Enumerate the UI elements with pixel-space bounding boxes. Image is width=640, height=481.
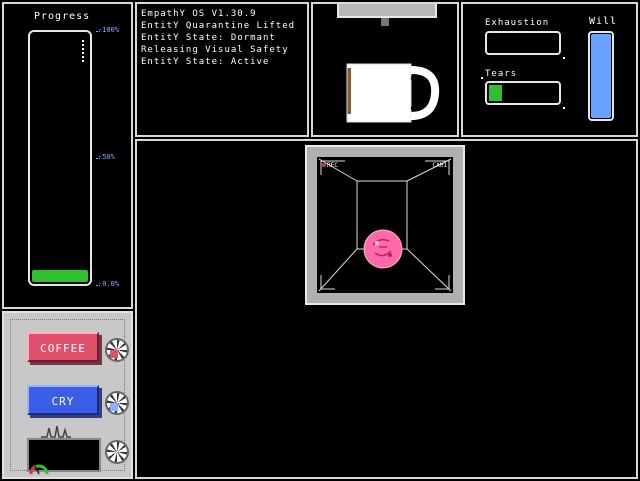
log-line: EntitY Quarantine Lifted bbox=[141, 21, 296, 31]
progress-panel: Progress -100% -50% -0.0% bbox=[2, 2, 133, 309]
will-bar bbox=[588, 31, 614, 121]
controls-panel: COFFEE CRY bbox=[2, 311, 133, 479]
record-indicator-icon bbox=[322, 163, 326, 167]
will-label: Will bbox=[589, 16, 618, 27]
tick-100-label: -100% bbox=[98, 26, 120, 34]
tears-bar bbox=[481, 77, 565, 109]
system-log: EmpathY OS V1.30.9 EntitY Quarantine Lif… bbox=[141, 8, 295, 68]
bar-corner-dot bbox=[563, 107, 565, 109]
controls-inner-frame: COFFEE CRY bbox=[10, 319, 129, 475]
tears-label: Tears bbox=[485, 69, 518, 79]
coffee-mug-icon bbox=[346, 63, 440, 123]
log-line: EntitY State: Active bbox=[141, 57, 270, 67]
coffee-button[interactable]: COFFEE bbox=[27, 332, 99, 362]
exhaustion-bar bbox=[485, 31, 565, 59]
coffee-dial-icon bbox=[105, 338, 129, 362]
camera-label: CAM1 bbox=[432, 162, 447, 169]
system-log-panel: EmpathY OS V1.30.9 EntitY Quarantine Lif… bbox=[135, 2, 309, 137]
will-fill bbox=[591, 34, 611, 118]
camera-screen: REC CAM1 bbox=[317, 157, 453, 293]
dispenser-nozzle bbox=[381, 18, 389, 26]
exhaustion-label: Exhaustion bbox=[485, 18, 550, 28]
cry-button[interactable]: CRY bbox=[27, 385, 99, 415]
main-view-panel: REC CAM1 bbox=[135, 139, 638, 479]
tick-0-label: -0.0% bbox=[98, 280, 120, 288]
progress-fill bbox=[32, 269, 88, 282]
progress-title: Progress bbox=[34, 11, 91, 22]
room-perspective bbox=[318, 158, 452, 292]
tears-fill bbox=[489, 85, 502, 101]
entity-orb-icon bbox=[363, 229, 403, 269]
camera-monitor: REC CAM1 bbox=[305, 145, 465, 305]
log-line: EntitY State: Dormant bbox=[141, 33, 276, 43]
bar-corner-dot bbox=[563, 57, 565, 59]
progress-marker bbox=[82, 40, 86, 62]
meter-gauge-icon bbox=[29, 464, 49, 475]
bar-corner-dot bbox=[481, 77, 483, 79]
wave-icon bbox=[41, 425, 71, 438]
tick-50-label: -50% bbox=[98, 153, 115, 161]
rec-label: REC bbox=[327, 162, 338, 169]
progress-bar bbox=[28, 30, 92, 286]
log-line: EmpathY OS V1.30.9 bbox=[141, 9, 257, 19]
monitor-dial-icon bbox=[105, 440, 129, 464]
stats-panel: Exhaustion Tears Will bbox=[461, 2, 638, 137]
log-line: Releasing Visual Safety bbox=[141, 45, 289, 55]
cry-dial-icon bbox=[105, 391, 129, 415]
coffee-mug-panel bbox=[311, 2, 459, 137]
coffee-dispenser bbox=[337, 4, 437, 18]
